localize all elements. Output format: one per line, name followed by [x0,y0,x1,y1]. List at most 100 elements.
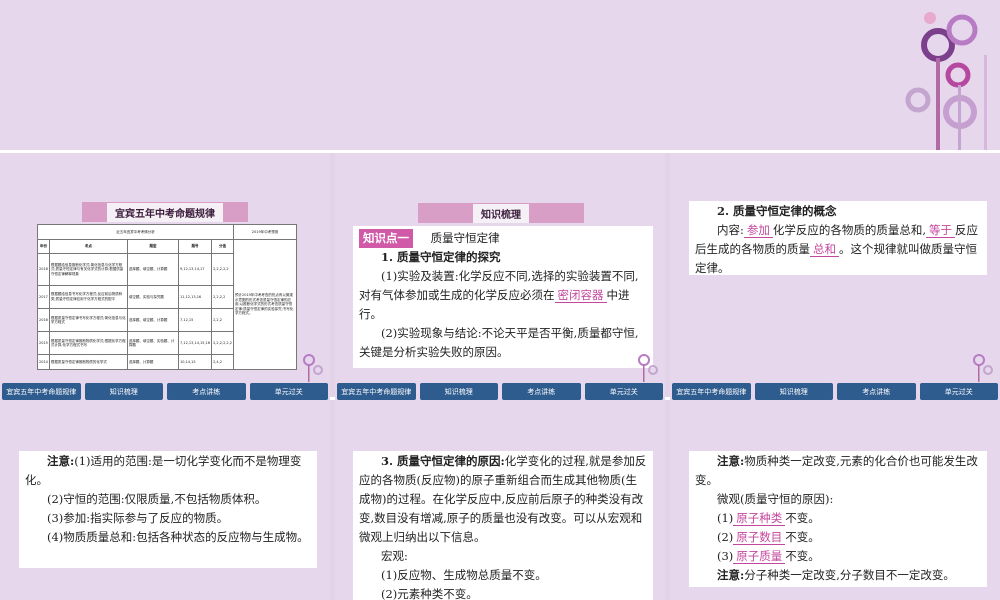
header-type: 题型 [126,238,180,254]
text: 化学反应的各物质的质量总和, [772,223,927,237]
macro-label: 宏观: [381,549,408,563]
slide2-banner: 知识梳理 [418,203,584,223]
cell: 填空题、实验与探究题 [126,284,180,310]
macro-item-2: (2)元素种类不变。 [381,587,478,600]
nav-button-practice[interactable]: 考点讲练 [837,383,916,400]
top-band [0,0,1000,150]
cell: 2,2,2,2 [211,284,234,310]
text: 内容: [717,223,744,237]
item-suffix: 不变。 [785,549,820,563]
nav-button-knowledge[interactable]: 知识梳理 [754,383,833,400]
knowledge-point-label: 知识点一 [359,229,413,248]
cell: 根据质量守恒定律书写化学方程式;简化信息与化学方程式 [48,308,128,333]
note-line-2: (2)守恒的范围:仅限质量,不包括物质体积。 [47,492,267,506]
section-heading: 2. 质量守恒定律的概念 [717,204,837,218]
cell: 2017 [37,284,50,310]
cell: 9,12,13,14,17 [177,253,213,286]
slide-deco-icon [638,354,658,382]
cell: 2,2,2 [211,308,234,333]
slide3-content: 2. 质量守恒定律的概念 内容: 参加 化学反应的各物质的质量总和, 等于 反应后生成的… [689,201,987,275]
note-label: 注意: [717,568,745,582]
note-label: 注意: [47,454,75,468]
cell: 选择题、填空题、实验题、计算题 [126,331,180,356]
item-suffix: 不变。 [785,511,820,525]
item-number: (2) [717,530,734,544]
cell: 7,12,15 [177,308,213,333]
answer-fill: 原子种类 [733,511,786,526]
table-header-row: 年份 考点 题型 题号 分值 预计2019年中考考查的热点有以微观示意图的形式考… [37,238,297,370]
cell: 根据质量守恒定律推断物质的化学式 [48,354,128,370]
slide5-content: 3. 质量守恒定律的原因:化学变化的过程,就是参加反应的各物质(反应物)的原子重… [353,451,653,600]
header-year: 年份 [37,238,50,254]
nav-button-practice[interactable]: 考点讲练 [167,383,246,400]
nav-button-rules[interactable]: 宜宾五年中考命题规律 [337,383,416,400]
cell: 2,4,2 [211,354,234,370]
slide1-nav: 宜宾五年中考命题规律 知识梳理 考点讲练 单元过关 [0,383,330,400]
header-score: 分值 [211,238,234,254]
slide-deco-icon [303,354,323,382]
item-number: (3) [717,549,734,563]
cell: 根据质量守恒定律推断物质化学式;根据化学方程式计算;化学方程式书写 [48,331,128,356]
nav-button-unit-test[interactable]: 单元过关 [919,383,998,400]
nav-button-practice[interactable]: 考点讲练 [502,383,581,400]
answer-fill: 原子数目 [733,530,786,545]
knowledge-point-title: 质量守恒定律 [430,231,500,245]
section-heading: 1. 质量守恒定律的探究 [381,250,501,264]
slide4-content: 注意:(1)适用的范围:是一切化学变化而不是物理变化。 (2)守恒的范围:仅限质… [19,451,317,568]
cell: 选择题、计算题 [126,354,180,370]
nav-button-rules[interactable]: 宜宾五年中考命题规律 [672,383,751,400]
answer-fill: 密闭容器 [554,288,607,303]
note-line-4: (4)物质质量总和:包括各种状态的反应物与生成物。 [47,530,309,544]
note-line-3: (3)参加:指实际参与了反应的物质。 [47,511,229,525]
knowledge-point-row: 知识点一 质量守恒定律 [359,229,647,248]
table-caption-prediction: 2019年中考预测 [233,224,297,240]
cell: 2015 [37,331,50,356]
micro-item-3: (3) 原子质量 不变。 [695,547,981,566]
item-number: (1) [717,511,734,525]
nav-button-unit-test[interactable]: 单元过关 [584,383,663,400]
micro-item-1: (1) 原子种类 不变。 [695,509,981,528]
cell: 根据题给信息推断化学式;简化信息与化学方程式;质量守恒定律与有关化学式的计算;根… [48,253,128,286]
nav-button-rules[interactable]: 宜宾五年中考命题规律 [2,383,81,400]
note-text: 分子种类一定改变,分子数目不一定改变。 [744,568,955,582]
answer-fill: 原子质量 [733,549,786,564]
reason-paragraph: 3. 质量守恒定律的原因:化学变化的过程,就是参加反应的各物质(反应物)的原子重… [359,452,647,547]
cell: 2,2,2,2,2 [211,253,234,286]
nav-button-knowledge[interactable]: 知识梳理 [419,383,498,400]
table-caption: 近五年宜宾中考考情分析 [37,224,234,240]
cell: 2,2,2,2,2,2 [211,331,234,356]
section-heading: 3. 质量守恒定律的原因: [381,454,505,468]
item-suffix: 不变。 [785,530,820,544]
note-line: 注意:物质种类一定改变,元素的化合价也可能发生改变。 [695,452,981,490]
micro-label: 微观(质量守恒的原因): [717,492,834,506]
cell: 2018 [37,253,50,286]
cell: 10,14,15 [177,354,213,370]
nav-button-knowledge[interactable]: 知识梳理 [84,383,163,400]
concept-paragraph: 内容: 参加 化学反应的各物质的质量总和, 等于 反应后生成的各物质的质量 总和 。这个规律… [695,221,981,278]
cell: 选择题、填空题、计算题 [126,308,180,333]
prediction-cell: 预计2019年中考考查的热点有以微观示意图的形式考查质量守恒定律的应用;以推断化… [233,238,297,370]
exam-analysis-table: 近五年宜宾中考考情分析 2019年中考预测 年份 考点 题型 题号 分值 预计2… [37,224,297,370]
slide1-banner: 宜宾五年中考命题规律 [82,202,248,222]
header-number: 题号 [177,238,213,254]
paragraph-1: (1)实验及装置:化学反应不同,选择的实验装置不同,对有气体参加或生成的化学反应… [359,267,647,324]
note-label: 注意: [717,454,745,468]
cell: 2014 [37,354,50,370]
note-line-2: 注意:分子种类一定改变,分子数目不一定改变。 [695,566,981,585]
cell: 根据题给信息书写化学方程式;反应前后物质种类;质量守恒定律应用于化学方程式的配平 [48,284,128,310]
cell: 11,12,13,16 [177,284,213,310]
header-topic: 考点 [48,238,128,254]
slide-deco-icon [973,354,993,382]
slide2-nav: 宜宾五年中考命题规律 知识梳理 考点讲练 单元过关 [335,383,665,400]
decorative-circles-icon [905,12,987,150]
answer-fill: 等于 [926,223,956,238]
answer-fill: 总和 [810,242,839,257]
cell: 选择题、填空题、计算题 [126,253,180,286]
slide6-content: 注意:物质种类一定改变,元素的化合价也可能发生改变。 微观(质量守恒的原因): … [689,451,987,587]
note-line-1: 注意:(1)适用的范围:是一切化学变化而不是物理变化。 [25,452,311,490]
slide2-content: 知识点一 质量守恒定律 1. 质量守恒定律的探究 (1)实验及装置:化学反应不同… [353,226,653,368]
cell: 2016 [37,308,50,333]
paragraph-2: (2)实验现象与结论:不论天平是否平衡,质量都守恒,关键是分析实验失败的原因。 [359,326,639,359]
micro-item-2: (2) 原子数目 不变。 [695,528,981,547]
nav-button-unit-test[interactable]: 单元过关 [249,383,328,400]
